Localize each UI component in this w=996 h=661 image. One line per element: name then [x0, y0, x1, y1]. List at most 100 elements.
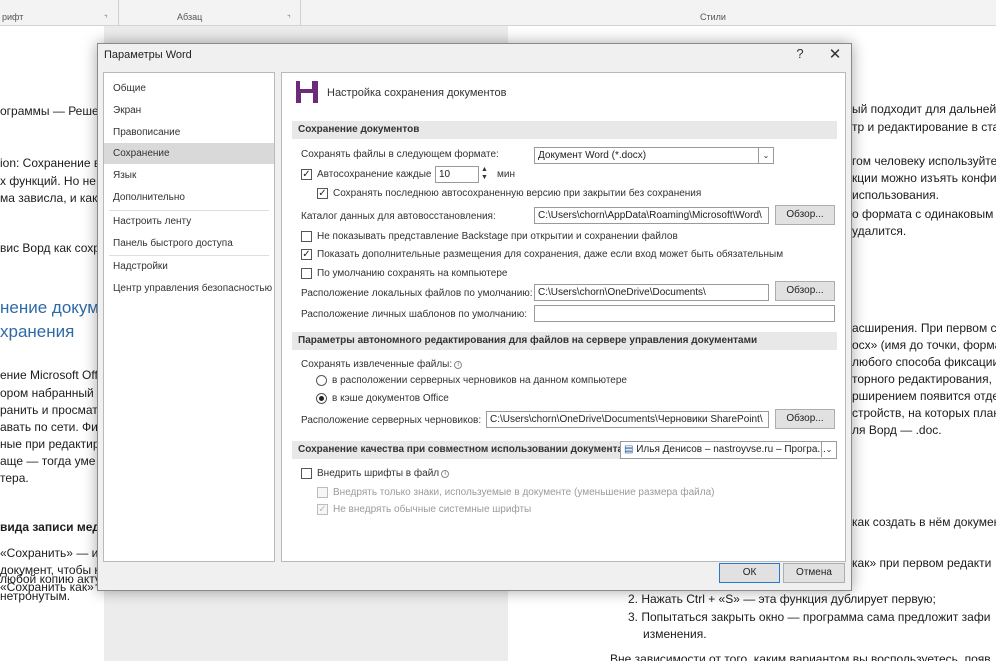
- keep-last-label: Сохранять последнюю автосохраненную верс…: [333, 188, 702, 199]
- text-line: вис Ворд как сохр: [0, 241, 100, 255]
- radio-server-drafts-label: в расположении серверных черновиков на д…: [332, 375, 627, 386]
- autorecover-path-input[interactable]: C:\Users\chorn\AppData\Roaming\Microsoft…: [534, 207, 769, 224]
- heading-line: нение докуме: [0, 298, 104, 317]
- embed-fonts-checkbox[interactable]: [301, 468, 312, 479]
- cancel-button[interactable]: Отмена: [783, 563, 845, 583]
- options-nav: Общие Экран Правописание Сохранение Язык…: [103, 72, 275, 562]
- text-line: авать по сети. Фи: [0, 420, 98, 434]
- radio-server-drafts[interactable]: [316, 375, 327, 386]
- nav-item-advanced[interactable]: Дополнительно: [104, 187, 274, 208]
- text-line: торного редактирования,: [852, 372, 992, 386]
- browse-autorecover-button[interactable]: Обзор...: [775, 205, 835, 225]
- nav-item-proofing[interactable]: Правописание: [104, 122, 274, 143]
- keep-last-checkbox[interactable]: ✓: [317, 188, 328, 199]
- local-files-path-value: C:\Users\chorn\OneDrive\Documents\: [538, 287, 706, 298]
- show-extra-locations-label: Показать дополнительные размещения для с…: [317, 249, 784, 260]
- embed-only-used-checkbox[interactable]: [317, 487, 328, 498]
- radio-office-cache-label: в кэше документов Office: [332, 393, 449, 404]
- text-line: «Сохранить» — ис: [0, 546, 104, 560]
- nav-item-general[interactable]: Общие: [104, 78, 274, 99]
- text-line: ранить и просмат: [0, 403, 98, 417]
- local-files-label: Расположение локальных файлов по умолчан…: [301, 288, 533, 299]
- document-select-value: Илья Денисов – nastroyvse.ru – Програ...: [636, 444, 826, 455]
- info-icon: i: [441, 470, 450, 478]
- document-icon: ▤: [624, 444, 637, 455]
- text-line: осх» (имя до точки, форма: [852, 338, 996, 352]
- autosave-checkbox[interactable]: ✓: [301, 169, 312, 180]
- text-line: ограммы — Реше: [0, 104, 99, 118]
- heading-line: хранения: [0, 322, 75, 341]
- save-local-checkbox[interactable]: [301, 268, 312, 279]
- text-line: ение Microsoft Offi: [0, 368, 101, 382]
- ribbon-group-font: рифт: [2, 12, 24, 22]
- no-backstage-label: Не показывать представление Backstage пр…: [317, 231, 678, 242]
- save-checked-out-label: Сохранять извлеченные файлы: i: [301, 359, 463, 370]
- text-line: ные при редактиро: [0, 437, 104, 451]
- stepper-arrows-icon[interactable]: ▲ ▼: [481, 166, 488, 182]
- radio-office-cache[interactable]: [316, 393, 327, 404]
- text-line: ля Ворд — .doc.: [852, 423, 942, 437]
- templates-path-input[interactable]: [534, 305, 835, 322]
- help-icon[interactable]: ?: [792, 46, 808, 61]
- browse-local-button[interactable]: Обзор...: [775, 281, 835, 301]
- text-line: как» при первом редакти: [852, 556, 992, 570]
- text-line: Вне зависимости от того, каким вариантом…: [610, 652, 991, 661]
- format-label: Сохранять файлы в следующем формате:: [301, 149, 499, 160]
- text-line: 3. Попытаться закрыть окно — программа с…: [628, 610, 991, 624]
- nav-item-language[interactable]: Язык: [104, 165, 274, 186]
- autosave-unit: мин: [497, 169, 515, 180]
- section-header-save-documents: Сохранение документов: [292, 121, 837, 139]
- show-extra-locations-checkbox[interactable]: ✓: [301, 249, 312, 260]
- save-local-label: По умолчанию сохранять на компьютере: [317, 268, 508, 279]
- autorecover-label: Каталог данных для автовосстановления:: [301, 211, 496, 222]
- launcher-icon[interactable]: ⌝: [287, 14, 291, 23]
- ribbon-group-paragraph: Абзац: [177, 12, 203, 22]
- nav-item-addins[interactable]: Надстройки: [104, 256, 274, 277]
- text-line: кции можно изъять конфи: [852, 171, 996, 185]
- nav-item-trust-center[interactable]: Центр управления безопасностью: [104, 278, 274, 299]
- section-header-offline-editing: Параметры автономного редактирования для…: [292, 332, 837, 350]
- ribbon-divider: [118, 0, 119, 26]
- nav-item-save[interactable]: Сохранение: [104, 143, 274, 164]
- browse-drafts-button[interactable]: Обзор...: [775, 409, 835, 429]
- text-line: удалится.: [852, 224, 907, 238]
- save-icon: [296, 81, 318, 103]
- launcher-icon[interactable]: ⌝: [104, 14, 108, 23]
- templates-label: Расположение личных шаблонов по умолчани…: [301, 309, 528, 320]
- text-line: ый подходит для дальней: [852, 102, 996, 116]
- close-icon[interactable]: ✕: [827, 45, 843, 63]
- autosave-minutes-value: 10: [439, 169, 451, 180]
- text-line: использования.: [852, 188, 939, 202]
- server-drafts-path-input[interactable]: C:\Users\chorn\OneDrive\Documents\Чернов…: [486, 411, 769, 428]
- format-select-value: Документ Word (*.docx): [538, 150, 647, 161]
- word-options-dialog: Параметры Word ? ✕ Общие Экран Правописа…: [97, 43, 852, 591]
- save-checked-out-text: Сохранять извлеченные файлы:: [301, 359, 453, 370]
- text-line: тр и редактирование в ста: [852, 120, 996, 134]
- text-line: рширением появится отдел: [852, 389, 996, 403]
- document-page-left: ограммы — Реше ion: Сохранение в х функц…: [0, 26, 104, 661]
- text-line: х функций. Но не: [0, 174, 96, 188]
- text-line: вида записи мед: [0, 520, 101, 534]
- text-line: изменения.: [643, 627, 707, 641]
- text-line: 2. Нажать Ctrl + «S» — эта функция дубли…: [628, 592, 936, 606]
- ok-button[interactable]: ОК: [719, 563, 780, 583]
- text-line: как создать в нём докумен: [852, 515, 996, 529]
- nav-item-display[interactable]: Экран: [104, 100, 274, 121]
- page-title: Настройка сохранения документов: [327, 87, 507, 99]
- local-files-path-input[interactable]: C:\Users\chorn\OneDrive\Documents\: [534, 284, 769, 301]
- text-line: гом человеку используйте: [852, 154, 996, 168]
- embed-fonts-label: Внедрить шрифты в файл i: [317, 468, 450, 479]
- autosave-minutes-input[interactable]: 10: [435, 166, 479, 183]
- ribbon-group-styles: Стили: [700, 12, 726, 22]
- no-backstage-checkbox[interactable]: [301, 231, 312, 242]
- chevron-down-icon: ⌄: [758, 148, 773, 163]
- text-line: тера.: [0, 471, 29, 485]
- document-select[interactable]: ▤ Илья Денисов – nastroyvse.ru – Програ.…: [620, 441, 837, 459]
- options-content: Настройка сохранения документов Сохранен…: [281, 72, 846, 562]
- nav-item-customize-ribbon[interactable]: Настроить ленту: [104, 211, 274, 232]
- text-line: асширения. При первом со: [852, 321, 996, 335]
- format-select[interactable]: Документ Word (*.docx) ⌄: [534, 147, 774, 164]
- nav-item-quick-access[interactable]: Панель быстрого доступа: [104, 233, 274, 254]
- no-common-fonts-checkbox[interactable]: ✓: [317, 504, 328, 515]
- no-common-fonts-label: Не внедрять обычные системные шрифты: [333, 504, 532, 515]
